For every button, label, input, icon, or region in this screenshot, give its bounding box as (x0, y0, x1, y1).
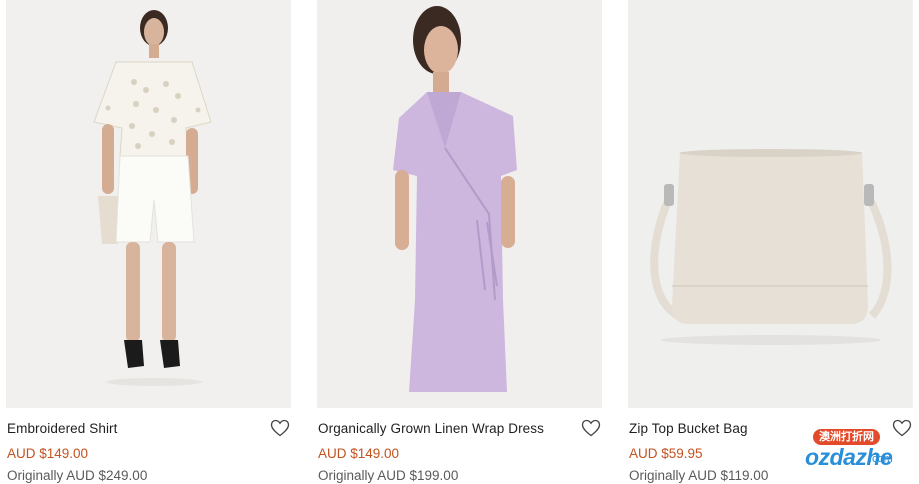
sale-price: AUD $149.00 (7, 446, 89, 461)
product-card-bucket-bag[interactable]: Zip Top Bucket Bag AUD $59.95 Originally… (628, 0, 913, 484)
original-price: Originally AUD $119.00 (629, 468, 769, 483)
product-image[interactable] (628, 0, 913, 408)
wishlist-button[interactable] (580, 417, 602, 439)
wishlist-button[interactable] (269, 417, 291, 439)
product-image[interactable] (6, 0, 291, 408)
product-grid: Embroidered Shirt AUD $149.00 Originally… (0, 0, 919, 484)
original-price: Originally AUD $249.00 (7, 468, 148, 483)
site-watermark-logo: 澳洲打折网 ozdazhe .com (805, 427, 919, 470)
watermark-domain: .com (869, 453, 893, 465)
original-price: Originally AUD $199.00 (318, 468, 459, 483)
heart-outline-icon (270, 419, 290, 437)
product-image[interactable] (317, 0, 602, 408)
heart-outline-icon (581, 419, 601, 437)
model-wearing-dress-illustration (317, 0, 602, 408)
model-wearing-shirt-illustration (6, 0, 291, 408)
watermark-badge: 澳洲打折网 (813, 429, 880, 445)
product-title[interactable]: Embroidered Shirt (7, 421, 118, 436)
product-card-embroidered-shirt[interactable]: Embroidered Shirt AUD $149.00 Originally… (6, 0, 291, 484)
product-title[interactable]: Zip Top Bucket Bag (629, 421, 748, 436)
sale-price: AUD $59.95 (629, 446, 703, 461)
product-card-linen-wrap-dress[interactable]: Organically Grown Linen Wrap Dress AUD $… (317, 0, 602, 484)
product-title[interactable]: Organically Grown Linen Wrap Dress (318, 421, 544, 436)
bucket-bag-illustration (628, 0, 913, 408)
sale-price: AUD $149.00 (318, 446, 400, 461)
